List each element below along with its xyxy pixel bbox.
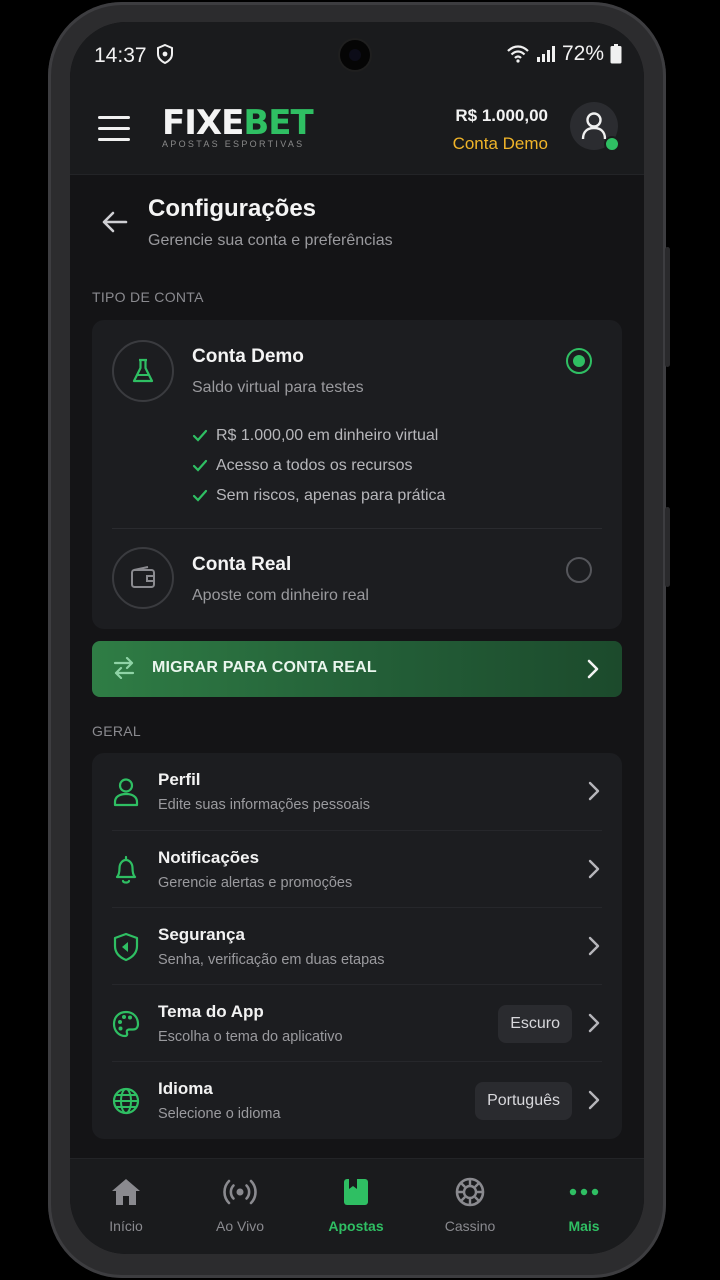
user-icon: [581, 112, 607, 140]
shield-icon: [112, 932, 140, 967]
real-account-option[interactable]: Conta Real Aposte com dinheiro real: [92, 529, 622, 629]
section-label-general: GERAL: [92, 723, 141, 739]
demo-feature-text: R$ 1.000,00 em dinheiro virtual: [216, 427, 439, 444]
account-type-label: Conta Demo: [452, 134, 548, 153]
nav-label: Mais: [568, 1218, 600, 1234]
settings-item-subtitle: Escolha o tema do aplicativo: [158, 1029, 343, 1045]
demo-feature-text: Acesso a todos os recursos: [216, 457, 413, 474]
fixebet-logo[interactable]: FIXEBET APOSTAS ESPORTIVAS: [162, 103, 314, 149]
volume-button: [665, 247, 670, 367]
settings-item-title: Tema do App: [158, 1002, 264, 1021]
settings-item-title: Segurança: [158, 925, 245, 944]
chevron-right-icon: [588, 1013, 600, 1038]
real-account-subtitle: Aposte com dinheiro real: [192, 587, 369, 604]
settings-item-subtitle: Senha, verificação em duas etapas: [158, 952, 385, 968]
globe-icon: [112, 1086, 140, 1121]
nav-label: Ao Vivo: [216, 1218, 264, 1234]
more-icon: [569, 1188, 599, 1196]
status-bar: 14:37 72%: [70, 22, 644, 88]
settings-item-title: Notificações: [158, 848, 260, 867]
palette-icon: [112, 1009, 140, 1044]
balance-display[interactable]: R$ 1.000,00 Conta Demo: [453, 106, 548, 154]
screen: 14:37 72% FIXEBET APOSTAS ESPORTIVAS R$ …: [70, 22, 644, 1254]
migrate-to-real-button[interactable]: MIGRAR PARA CONTA REAL: [92, 641, 622, 697]
check-icon: [192, 429, 208, 442]
chevron-right-icon: [588, 936, 600, 961]
demo-feature-item: Sem riscos, apenas para prática: [192, 487, 445, 505]
chevron-right-icon: [586, 658, 600, 685]
logo-part2: BET: [243, 103, 313, 143]
status-right: 72%: [506, 42, 622, 66]
demo-account-option[interactable]: Conta Demo Saldo virtual para testes R$ …: [92, 320, 622, 526]
check-icon: [192, 459, 208, 472]
front-camera: [340, 40, 370, 70]
home-icon: [112, 1179, 140, 1205]
account-type-card: Conta Demo Saldo virtual para testes R$ …: [92, 320, 622, 629]
avatar[interactable]: [570, 102, 620, 152]
demo-feature-item: R$ 1.000,00 em dinheiro virtual: [192, 427, 438, 445]
general-settings-card: Perfil Edite suas informações pessoais N…: [92, 753, 622, 1139]
wallet-icon: [112, 547, 174, 609]
chevron-right-icon: [588, 1090, 600, 1115]
live-icon: [223, 1179, 257, 1205]
settings-item-title: Idioma: [158, 1079, 213, 1098]
chevron-right-icon: [588, 859, 600, 884]
menu-icon[interactable]: [98, 116, 130, 142]
settings-item-language[interactable]: Idioma Selecione o idioma Português: [92, 1062, 622, 1139]
page-subtitle: Gerencie sua conta e preferências: [148, 232, 393, 249]
app-header: FIXEBET APOSTAS ESPORTIVAS R$ 1.000,00 C…: [70, 88, 644, 175]
nav-label: Início: [109, 1218, 143, 1234]
online-status-dot: [604, 136, 620, 152]
nav-item-casino[interactable]: Cassino: [420, 1177, 520, 1234]
section-label-account-type: TIPO DE CONTA: [92, 289, 204, 305]
nav-label: Cassino: [444, 1218, 496, 1234]
flask-icon: [112, 340, 174, 402]
swap-arrows-icon: [112, 656, 136, 684]
settings-item-title: Perfil: [158, 770, 201, 789]
real-account-title: Conta Real: [192, 554, 292, 575]
nav-item-bets[interactable]: Apostas: [306, 1177, 406, 1234]
shield-status-icon: [156, 43, 174, 69]
battery-percent: 72%: [561, 42, 604, 65]
demo-account-subtitle: Saldo virtual para testes: [192, 379, 364, 396]
settings-item-theme[interactable]: Tema do App Escolha o tema do aplicativo…: [92, 985, 622, 1062]
chevron-right-icon: [588, 781, 600, 806]
demo-feature-text: Sem riscos, apenas para prática: [216, 487, 446, 504]
demo-account-radio[interactable]: [566, 348, 592, 374]
settings-item-subtitle: Edite suas informações pessoais: [158, 797, 370, 813]
settings-item-profile[interactable]: Perfil Edite suas informações pessoais: [92, 753, 622, 830]
status-time: 14:37: [94, 44, 147, 67]
bell-icon: [112, 855, 140, 890]
check-icon: [192, 489, 208, 502]
nav-label: Apostas: [328, 1218, 384, 1234]
logo-tagline: APOSTAS ESPORTIVAS: [162, 139, 305, 149]
casino-icon: [455, 1177, 485, 1207]
phone-frame: 14:37 72% FIXEBET APOSTAS ESPORTIVAS R$ …: [48, 2, 670, 1278]
back-arrow-icon[interactable]: [100, 210, 128, 239]
nav-item-more[interactable]: Mais: [534, 1177, 634, 1234]
balance-amount: R$ 1.000,00: [455, 106, 548, 125]
page-title: Configurações: [148, 195, 317, 222]
person-icon: [112, 777, 140, 812]
signal-icon: [536, 46, 555, 62]
real-account-radio[interactable]: [566, 557, 592, 583]
theme-value-badge[interactable]: Escuro: [498, 1005, 572, 1043]
settings-item-subtitle: Gerencie alertas e promoções: [158, 875, 353, 891]
power-button: [665, 507, 670, 587]
migrate-label: MIGRAR PARA CONTA REAL: [152, 659, 377, 676]
bottom-navigation: Início Ao Vivo Apostas Cassino Mais: [70, 1158, 644, 1254]
language-value-badge[interactable]: Português: [475, 1082, 572, 1120]
settings-item-security[interactable]: Segurança Senha, verificação em duas eta…: [92, 908, 622, 985]
nav-item-live[interactable]: Ao Vivo: [190, 1177, 290, 1234]
bets-icon: [344, 1179, 368, 1205]
wifi-icon: [507, 45, 529, 63]
battery-icon: [610, 44, 622, 64]
demo-feature-item: Acesso a todos os recursos: [192, 457, 413, 475]
settings-item-subtitle: Selecione o idioma: [158, 1106, 281, 1122]
settings-item-notifications[interactable]: Notificações Gerencie alertas e promoçõe…: [92, 831, 622, 908]
demo-account-title: Conta Demo: [192, 346, 304, 367]
nav-item-home[interactable]: Início: [76, 1177, 176, 1234]
logo-part1: FIXE: [162, 103, 244, 143]
